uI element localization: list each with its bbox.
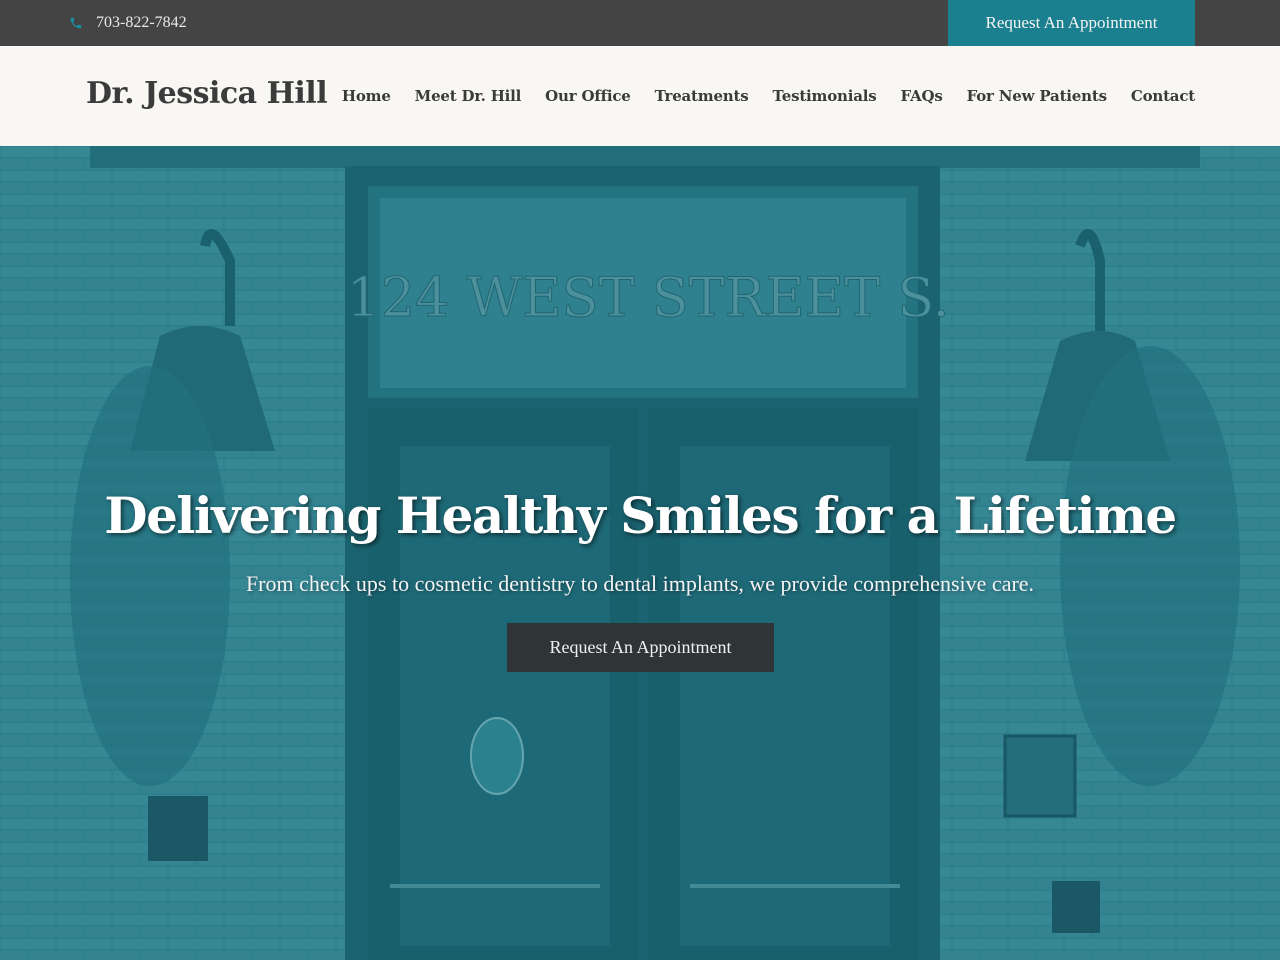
nav-contact[interactable]: Contact xyxy=(1131,87,1195,105)
top-bar: 703-822-7842 Request An Appointment xyxy=(0,0,1280,46)
phone-link[interactable]: 703-822-7842 xyxy=(69,0,187,46)
nav-testimonials[interactable]: Testimonials xyxy=(773,87,877,105)
nav-home[interactable]: Home xyxy=(342,87,391,105)
main-nav: Home Meet Dr. Hill Our Office Treatments… xyxy=(342,46,1195,146)
nav-faqs[interactable]: FAQs xyxy=(901,87,943,105)
phone-number: 703-822-7842 xyxy=(96,14,187,31)
nav-treatments[interactable]: Treatments xyxy=(655,87,749,105)
hero-section: 124 WEST STREET S. Delivering Healthy Sm… xyxy=(0,146,1280,960)
hero-subtitle: From check ups to cosmetic dentistry to … xyxy=(245,571,1035,596)
request-appointment-button-hero[interactable]: Request An Appointment xyxy=(507,623,774,672)
site-logo[interactable]: Dr. Jessica Hill xyxy=(86,76,328,111)
site-header: Dr. Jessica Hill Home Meet Dr. Hill Our … xyxy=(0,46,1280,146)
nav-meet-dr-hill[interactable]: Meet Dr. Hill xyxy=(415,87,522,105)
nav-our-office[interactable]: Our Office xyxy=(545,87,631,105)
hero-overlay xyxy=(0,146,1280,960)
request-appointment-button-top[interactable]: Request An Appointment xyxy=(948,0,1195,46)
nav-for-new-patients[interactable]: For New Patients xyxy=(967,87,1107,105)
phone-icon xyxy=(70,17,82,29)
hero-title: Delivering Healthy Smiles for a Lifetime xyxy=(104,486,1177,545)
